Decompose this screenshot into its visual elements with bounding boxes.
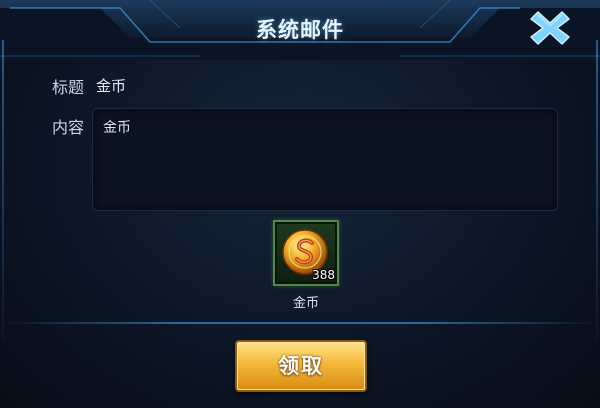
mail-dialog: 系统邮件 标题 金币 内容 金币 388 金币 领取 xyxy=(0,0,600,408)
claim-button[interactable]: 领取 xyxy=(235,340,367,392)
close-x-icon xyxy=(530,11,570,45)
footer-divider xyxy=(0,322,600,324)
left-frame-edge xyxy=(2,40,4,340)
subject-label: 标题 xyxy=(52,78,85,97)
attachment-slot[interactable]: 388 xyxy=(273,220,339,286)
subject-value: 金币 xyxy=(96,77,127,95)
item-name: 金币 xyxy=(292,296,319,311)
content-text: 金币 xyxy=(103,120,131,136)
close-button[interactable] xyxy=(526,6,574,50)
item-count: 388 xyxy=(312,268,335,282)
content-box: 金币 xyxy=(92,108,558,211)
content-label: 内容 xyxy=(52,118,85,137)
right-frame-edge xyxy=(596,40,598,340)
claim-button-label: 领取 xyxy=(278,354,324,378)
dialog-title: 系统邮件 xyxy=(256,18,344,42)
